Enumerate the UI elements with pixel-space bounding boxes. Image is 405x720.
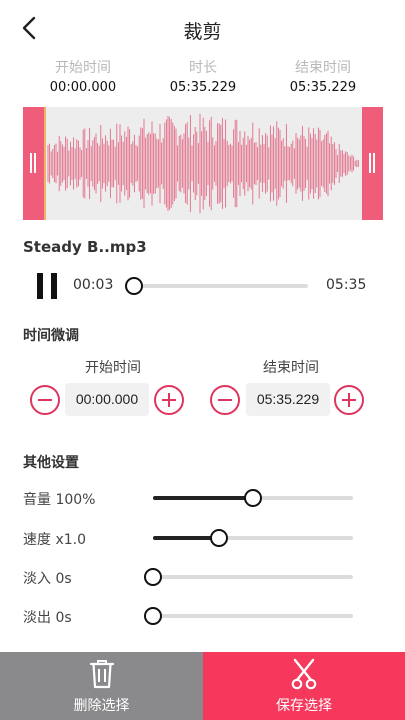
- volume-thumb[interactable]: [244, 489, 262, 507]
- start-time-value: 00:00.000: [49, 80, 117, 95]
- start-time-label: 开始时间: [55, 60, 111, 76]
- save-selection-button[interactable]: 保存选择: [203, 652, 405, 720]
- speed-row: 速度 x1.0: [0, 526, 405, 550]
- duration-label: 时长: [189, 60, 217, 76]
- fade-in-row: 淡入 0s: [0, 565, 405, 589]
- file-name: Steady B..mp3: [23, 238, 147, 256]
- duration-value: 05:35.229: [169, 80, 237, 95]
- bottom-bar: 删除选择 保存选择: [0, 652, 405, 720]
- fade-in-thumb[interactable]: [144, 568, 162, 586]
- pause-icon[interactable]: [37, 273, 59, 299]
- start-time-field[interactable]: 00:00.000: [65, 383, 149, 416]
- grip-icon: [30, 153, 32, 173]
- start-minus-button[interactable]: [30, 385, 60, 415]
- speed-thumb[interactable]: [210, 529, 228, 547]
- fade-out-label: 淡出 0s: [23, 610, 72, 626]
- delete-selection-button[interactable]: 删除选择: [0, 652, 203, 720]
- fade-out-row: 淡出 0s: [0, 604, 405, 628]
- speed-label: 速度 x1.0: [23, 532, 86, 548]
- save-selection-label: 保存选择: [276, 698, 332, 714]
- trash-icon: [89, 660, 114, 689]
- fade-in-slider[interactable]: [144, 568, 353, 586]
- fine-start-label: 开始时间: [85, 360, 141, 376]
- total-time: 05:35: [326, 277, 367, 293]
- delete-selection-label: 删除选择: [73, 698, 130, 714]
- volume-label: 音量 100%: [23, 492, 96, 508]
- time-info: 开始时间 00:00.000 时长 05:35.229 结束时间 05:35.2…: [0, 58, 405, 100]
- end-time-label: 结束时间: [295, 60, 351, 76]
- end-time-info: 结束时间 05:35.229: [263, 58, 383, 97]
- fade-out-thumb[interactable]: [144, 607, 162, 625]
- end-plus-button[interactable]: [334, 385, 364, 415]
- player: 00:03 05:35: [0, 268, 405, 304]
- end-time-field[interactable]: 05:35.229: [246, 383, 330, 416]
- fade-out-slider[interactable]: [144, 607, 353, 625]
- end-minus-button[interactable]: [210, 385, 240, 415]
- trim-start-handle[interactable]: [23, 107, 44, 220]
- waveform: [44, 107, 359, 220]
- page-title: 裁剪: [183, 21, 222, 43]
- grip-icon: [34, 153, 36, 173]
- waveform-editor[interactable]: [23, 107, 383, 220]
- volume-slider[interactable]: [153, 489, 353, 507]
- start-plus-button[interactable]: [154, 385, 184, 415]
- volume-row: 音量 100%: [0, 486, 405, 510]
- speed-slider[interactable]: [153, 529, 353, 547]
- fine-end-label: 结束时间: [263, 360, 319, 376]
- fine-tune-title: 时间微调: [23, 328, 79, 344]
- header: 裁剪: [0, 0, 405, 56]
- playback-thumb[interactable]: [124, 277, 143, 295]
- other-settings-title: 其他设置: [23, 455, 79, 471]
- playback-slider[interactable]: [124, 277, 308, 295]
- trim-end-handle[interactable]: [362, 107, 383, 220]
- grip-icon: [369, 153, 371, 173]
- duration-info: 时长 05:35.229: [143, 58, 263, 97]
- current-time: 00:03: [73, 277, 114, 293]
- volume-fill: [153, 496, 253, 500]
- fade-in-label: 淡入 0s: [23, 571, 72, 587]
- start-time-info: 开始时间 00:00.000: [23, 58, 143, 97]
- scissors-icon: [291, 658, 317, 690]
- grip-icon: [373, 153, 375, 173]
- end-time-value: 05:35.229: [289, 80, 357, 95]
